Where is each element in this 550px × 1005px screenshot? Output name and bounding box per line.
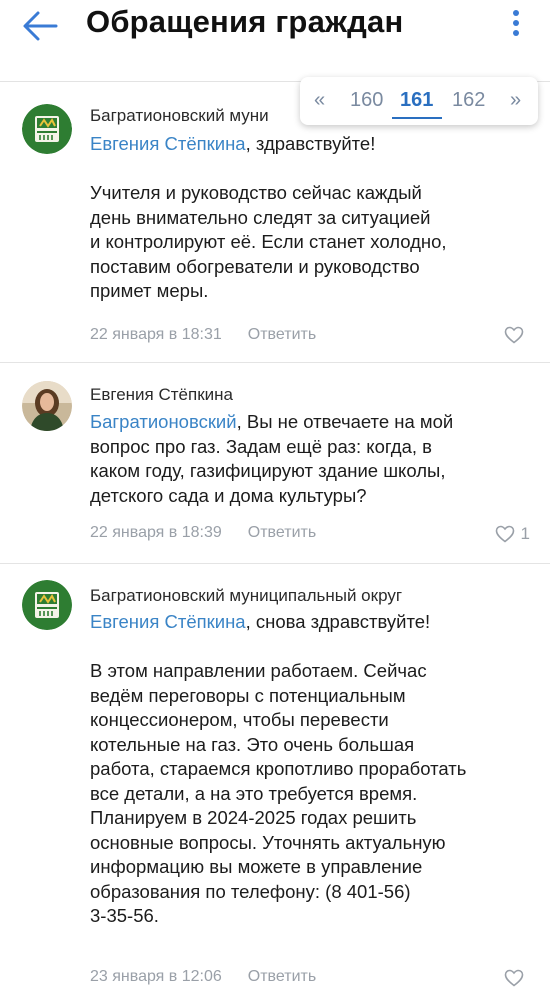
like-button[interactable]	[504, 324, 530, 346]
text-line: Учителя и руководство сейчас каждый	[90, 182, 422, 203]
text-line: концессионером, чтобы перевести	[90, 709, 389, 730]
comment-item: Багратионовский муниципальный округ Евге…	[0, 564, 550, 1005]
avatar[interactable]	[22, 381, 72, 431]
pagination: « 160 161 162 »	[300, 77, 538, 125]
reply-button[interactable]: Ответить	[248, 326, 316, 343]
comment-date: 22 января в 18:31	[90, 326, 222, 343]
more-vertical-icon[interactable]	[502, 6, 530, 46]
text-line: поставим обогреватели и руководство	[90, 255, 420, 277]
comment-text: Евгения Стёпкина, снова здравствуйте! В …	[90, 610, 530, 929]
pagination-page[interactable]: 160	[350, 89, 383, 112]
mention-link[interactable]: Евгения Стёпкина	[90, 611, 246, 632]
text-line: каком году, газифицируют здание школы,	[90, 460, 446, 481]
comment-meta: 22 января в 18:39 Ответить	[90, 524, 316, 542]
comment-item: Евгения Стёпкина Багратионовский, Вы не …	[0, 363, 550, 563]
pagination-prev[interactable]: «	[314, 89, 325, 112]
pagination-page[interactable]: 162	[452, 89, 485, 112]
app-header: Обращения граждан	[0, 0, 550, 82]
comment-greeting: , Вы не отвечаете на мой	[236, 411, 454, 432]
back-arrow-icon[interactable]	[18, 8, 62, 44]
comment-item: Багратионовский муни Евгения Стёпкина, з…	[0, 88, 550, 360]
comment-greeting: , здравствуйте!	[245, 133, 376, 154]
text-line: и контролируют её. Если станет холодно,	[90, 231, 447, 252]
like-button[interactable]	[504, 967, 530, 989]
text-line: образования по телефону: (8 401-56)	[90, 880, 411, 902]
mention-link[interactable]: Багратионовский	[90, 411, 237, 432]
like-count: 1	[520, 524, 530, 543]
mention-link[interactable]: Евгения Стёпкина	[90, 133, 246, 154]
heart-outline-icon	[504, 326, 524, 344]
text-line: Планируем в 2024-2025 годах решить	[90, 807, 417, 828]
text-line: котельные на газ. Это очень большая	[90, 733, 415, 755]
text-line: вопрос про газ. Задам ещё раз: когда, в	[90, 435, 432, 457]
text-line: основные вопросы. Уточнять актуальную	[90, 831, 446, 853]
text-line: все детали, а на это требуется время.	[90, 782, 418, 804]
text-line: день внимательно следят за ситуацией	[90, 206, 431, 228]
comment-author[interactable]: Багратионовский муни	[90, 106, 269, 126]
like-button[interactable]: 1	[495, 523, 530, 545]
text-line: примет меры.	[90, 280, 209, 301]
text-line: информацию вы можете в управление	[90, 856, 423, 877]
reply-button[interactable]: Ответить	[248, 524, 316, 541]
text-line: 3-35-56.	[90, 905, 159, 926]
comment-text: Багратионовский, Вы не отвечаете на мой …	[90, 410, 530, 508]
comment-text: Евгения Стёпкина, здравствуйте! Учителя …	[90, 132, 530, 304]
comment-meta: 22 января в 18:31 Ответить	[90, 326, 316, 344]
text-line: В этом направлении работаем. Сейчас	[90, 660, 427, 681]
text-line: работа, стараемся кропотливо проработать	[90, 758, 467, 779]
comment-date: 23 января в 12:06	[90, 968, 222, 985]
heart-outline-icon	[504, 969, 524, 987]
heart-outline-icon	[495, 525, 514, 543]
text-line: ведём переговоры с потенциальным	[90, 684, 406, 706]
comment-greeting: , снова здравствуйте!	[245, 611, 431, 632]
comment-meta: 23 января в 12:06 Ответить	[90, 968, 316, 986]
current-page-indicator	[392, 117, 442, 119]
text-line: детского сада и дома культуры?	[90, 484, 367, 506]
comment-author[interactable]: Багратионовский муниципальный округ	[90, 586, 402, 606]
pagination-next[interactable]: »	[510, 89, 521, 112]
comment-date: 22 января в 18:39	[90, 524, 222, 541]
pagination-page-current[interactable]: 161	[400, 89, 433, 112]
comment-author[interactable]: Евгения Стёпкина	[90, 385, 233, 405]
avatar[interactable]	[22, 580, 72, 630]
avatar[interactable]	[22, 104, 72, 154]
reply-button[interactable]: Ответить	[248, 968, 316, 985]
page-title: Обращения граждан	[86, 4, 404, 39]
